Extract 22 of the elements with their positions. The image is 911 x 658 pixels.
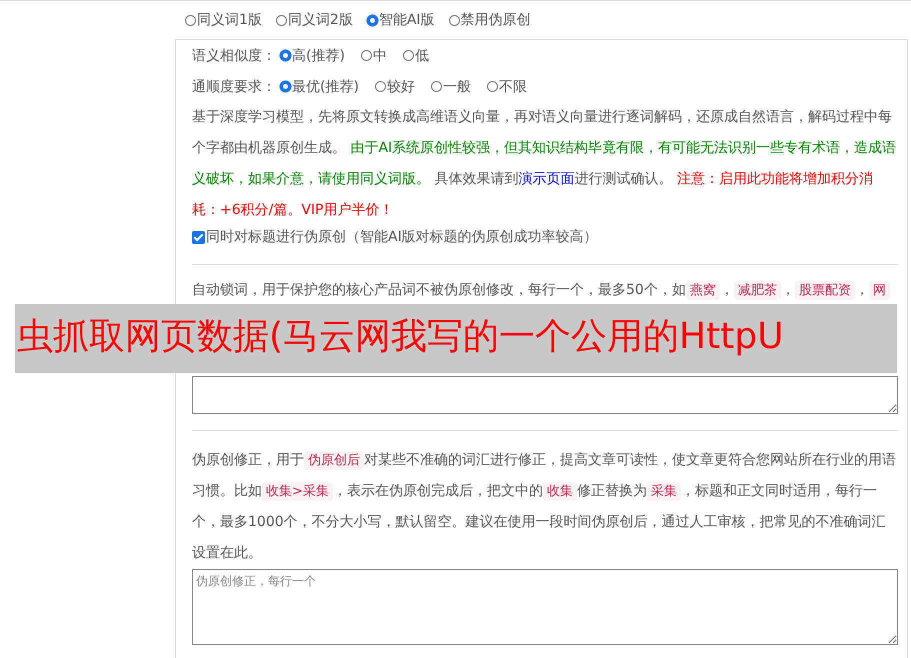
radio-option[interactable]: 较好 [374,78,415,96]
description-text: 自动锁词，用于保护您的核心产品词不被伪原创修改，每行一个，最多50个，如 燕窝 ， 减肥茶 ， 股票配资 ， 网 [192,275,898,306]
radio-option[interactable]: 同义词1版 [185,11,262,29]
radio-option[interactable]: 智能AI版 [366,11,435,29]
title-banner: 虫抓取网页数据(马云网我写的一个公用的HttpU [15,304,897,373]
radio-option[interactable]: 中 [360,46,387,64]
demo-link[interactable]: 演示页面 [518,171,574,187]
lock-words-field[interactable] [192,376,898,414]
description-text: 基于深度学习模型，先将原文转换成高维语义向量，再对语义向量进行逐词解码，还原成自然语言，解码过程中每个字都由机器原创生成。 由于AI系统原创性较强，但其知识结构毕竟有限，有可能无法识别一些专有术语，造成语义破坏，如果介意，请使用同义词版。 具体效果请到演示页面进行测试确认。 注意：启用此功能将增加积分消耗：+6积分/篇。VIP用户半价！ [192,108,898,220]
option-label: 通顺度要求： [192,78,276,96]
radio-option[interactable]: 不限 [486,78,527,96]
description-text: 伪原创修正，用于 伪原创后 对某些不准确的词汇进行修正，提高文章可读性，使文章更符合您网站所在行业的用语习惯。比如 收集>采集 ，表示在伪原创完成后，把文中的 收集 修正替换为 采集 ，标题和正文同时适用，每行一个，最多1000个，不分大小写，默认留空。建议在使用一段时间伪原创后，通过人工审核，把常见的不准确词汇设置在此。 [192,450,897,563]
radio-option[interactable]: 禁用伪原创 [448,11,531,29]
option-label: 语义相似度： [192,46,276,64]
radio-option[interactable]: 一般 [430,78,471,96]
radio-option[interactable]: 低 [402,46,429,64]
radio-option[interactable]: 最优(推荐) [280,78,359,96]
radio-option[interactable]: 高(推荐) [280,46,345,64]
checkbox[interactable] [192,230,205,244]
correction-field[interactable]: 伪原创修正，每行一个 [192,569,898,645]
radio-option[interactable]: 同义词2版 [276,11,353,29]
checkbox-label: 同时对标题进行伪原创（智能AI版对标题的伪原创成功率较高） [206,228,598,246]
